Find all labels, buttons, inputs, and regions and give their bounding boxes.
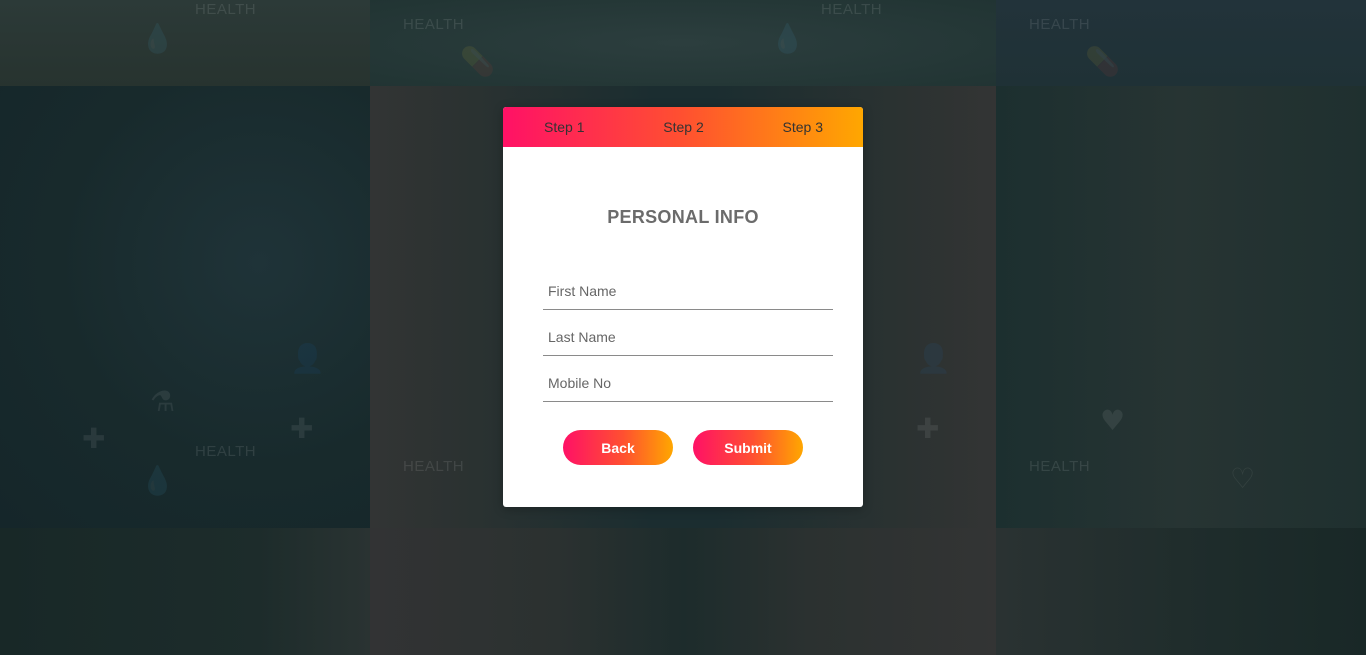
form-actions: Back Submit (503, 430, 863, 465)
background-watermark: HEALTH (403, 458, 465, 475)
personal-info-card: Step 1 Step 2 Step 3 PERSONAL INFO Back … (503, 107, 863, 507)
doctor-icon: 👤 (290, 342, 325, 375)
doctor-icon: 👤 (916, 342, 951, 375)
first-name-field[interactable] (543, 272, 833, 310)
background-watermark: HEALTH (821, 1, 883, 18)
back-button[interactable]: Back (563, 430, 673, 465)
background-band (0, 528, 370, 655)
last-name-field[interactable] (543, 318, 833, 356)
background-tile-right (996, 0, 1366, 655)
background-band (996, 528, 1366, 655)
pill-icon: 💊 (1085, 45, 1120, 78)
background-watermark: HEALTH (403, 16, 465, 33)
background-band (0, 0, 370, 86)
heart-rate-icon: ♥ (1100, 404, 1126, 437)
form-fields (503, 272, 863, 402)
background-watermark: HEALTH (195, 443, 257, 460)
background-watermark: HEALTH (1029, 458, 1091, 475)
droplet-icon: 💧 (140, 22, 175, 55)
microscope-icon: ⚗ (150, 385, 176, 418)
background-band (0, 86, 370, 528)
submit-button[interactable]: Submit (693, 430, 803, 465)
medical-kit-icon: ✚ (290, 412, 314, 445)
background-band (370, 528, 996, 655)
step-progress-bar: Step 1 Step 2 Step 3 (503, 107, 863, 147)
step-3-tab[interactable]: Step 3 (783, 119, 823, 135)
medical-kit-icon: ✚ (916, 412, 940, 445)
background-tile-left (0, 0, 370, 655)
step-2-tab[interactable]: Step 2 (663, 119, 703, 135)
background-watermark: HEALTH (195, 1, 257, 18)
droplet-icon: 💧 (770, 22, 805, 55)
medical-cross-icon: ✚ (82, 422, 106, 455)
droplet-icon: 💧 (140, 464, 175, 497)
form-title: PERSONAL INFO (607, 207, 759, 227)
mobile-number-field[interactable] (543, 364, 833, 402)
background-watermark: HEALTH (1029, 16, 1091, 33)
background-band (996, 0, 1366, 86)
stethoscope-icon: ♡ (1230, 462, 1256, 495)
step-1-tab[interactable]: Step 1 (544, 119, 584, 135)
pill-icon: 💊 (460, 45, 495, 78)
